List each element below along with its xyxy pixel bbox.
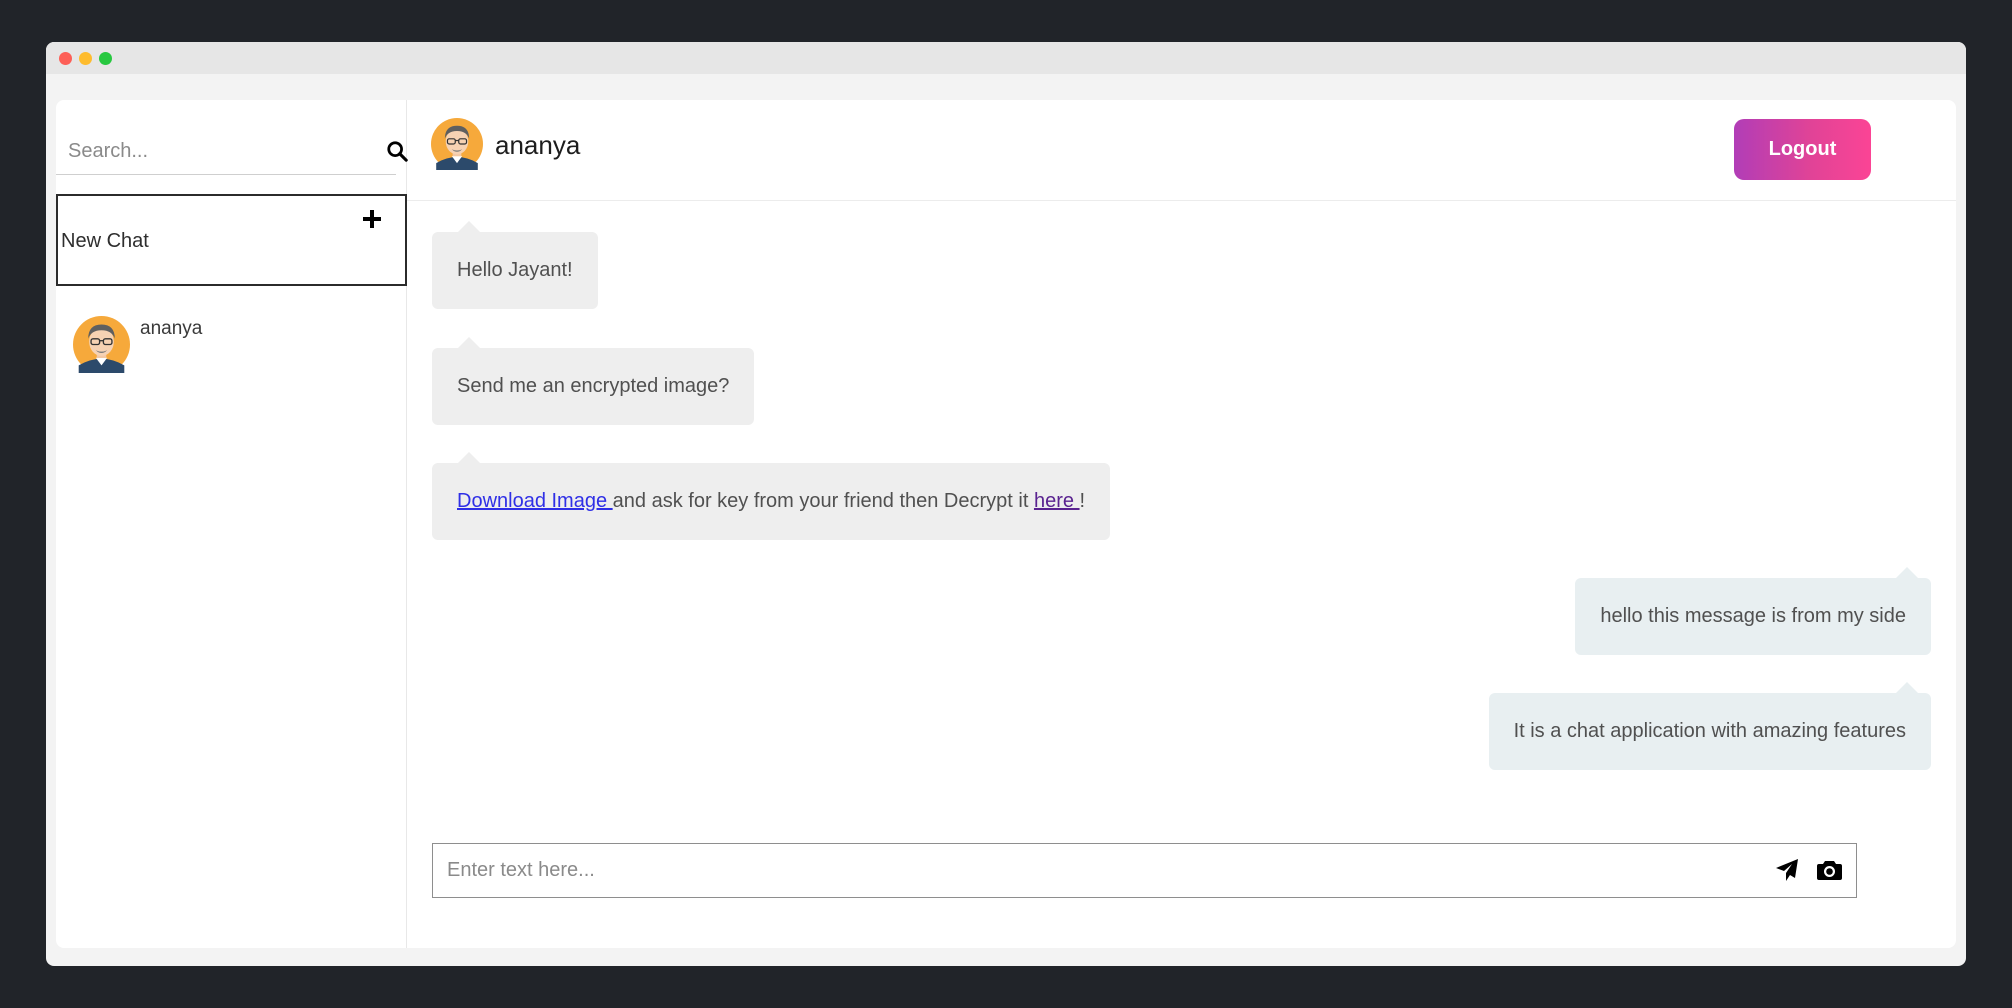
- message-outgoing: hello this message is from my side: [1575, 567, 1931, 655]
- download-image-link[interactable]: Download Image: [457, 490, 613, 512]
- app-window: New Chat ananya ananya Logout Hello Jaya…: [46, 42, 1966, 966]
- message-text-end: !: [1079, 490, 1086, 512]
- message-text: It is a chat application with amazing fe…: [1513, 720, 1906, 742]
- minimize-window-button[interactable]: [79, 52, 92, 65]
- sidebar: New Chat ananya: [56, 100, 408, 948]
- message-text: hello this message is from my side: [1600, 605, 1906, 627]
- message-incoming: Send me an encrypted image?: [432, 337, 755, 425]
- message-composer: [432, 843, 1857, 898]
- search-bar: [56, 128, 396, 175]
- message-text: Send me an encrypted image?: [457, 375, 730, 397]
- close-window-button[interactable]: [59, 52, 72, 65]
- avatar-icon: [431, 118, 483, 170]
- contact-item-ananya[interactable]: ananya: [73, 316, 393, 378]
- logout-button[interactable]: Logout: [1734, 119, 1871, 180]
- message-text: and ask for key from your friend then De…: [612, 490, 1034, 512]
- camera-icon[interactable]: [1817, 858, 1842, 882]
- message-text: Hello Jayant!: [457, 259, 573, 281]
- message-incoming: Hello Jayant!: [432, 221, 598, 309]
- chat-contact-name: ananya: [495, 130, 581, 160]
- new-chat-button[interactable]: New Chat: [56, 194, 407, 286]
- decrypt-here-link[interactable]: here: [1034, 490, 1080, 512]
- zoom-window-button[interactable]: [99, 52, 112, 65]
- chat-app: New Chat ananya ananya Logout Hello Jaya…: [56, 100, 1956, 948]
- message-outgoing: It is a chat application with amazing fe…: [1488, 682, 1931, 770]
- title-bar: [46, 42, 1966, 74]
- plus-icon[interactable]: [363, 210, 381, 228]
- new-chat-label: New Chat: [61, 230, 149, 252]
- chat-header: ananya Logout: [407, 100, 1956, 201]
- chat-panel: ananya Logout Hello Jayant! Send me an e…: [407, 100, 1956, 948]
- search-input[interactable]: [56, 128, 356, 174]
- message-input[interactable]: [433, 844, 1753, 897]
- contact-name: ananya: [140, 318, 203, 339]
- avatar-icon: [73, 316, 130, 373]
- send-icon[interactable]: [1775, 858, 1799, 882]
- search-icon[interactable]: [386, 140, 408, 162]
- message-incoming: Download Image and ask for key from your…: [432, 452, 1111, 540]
